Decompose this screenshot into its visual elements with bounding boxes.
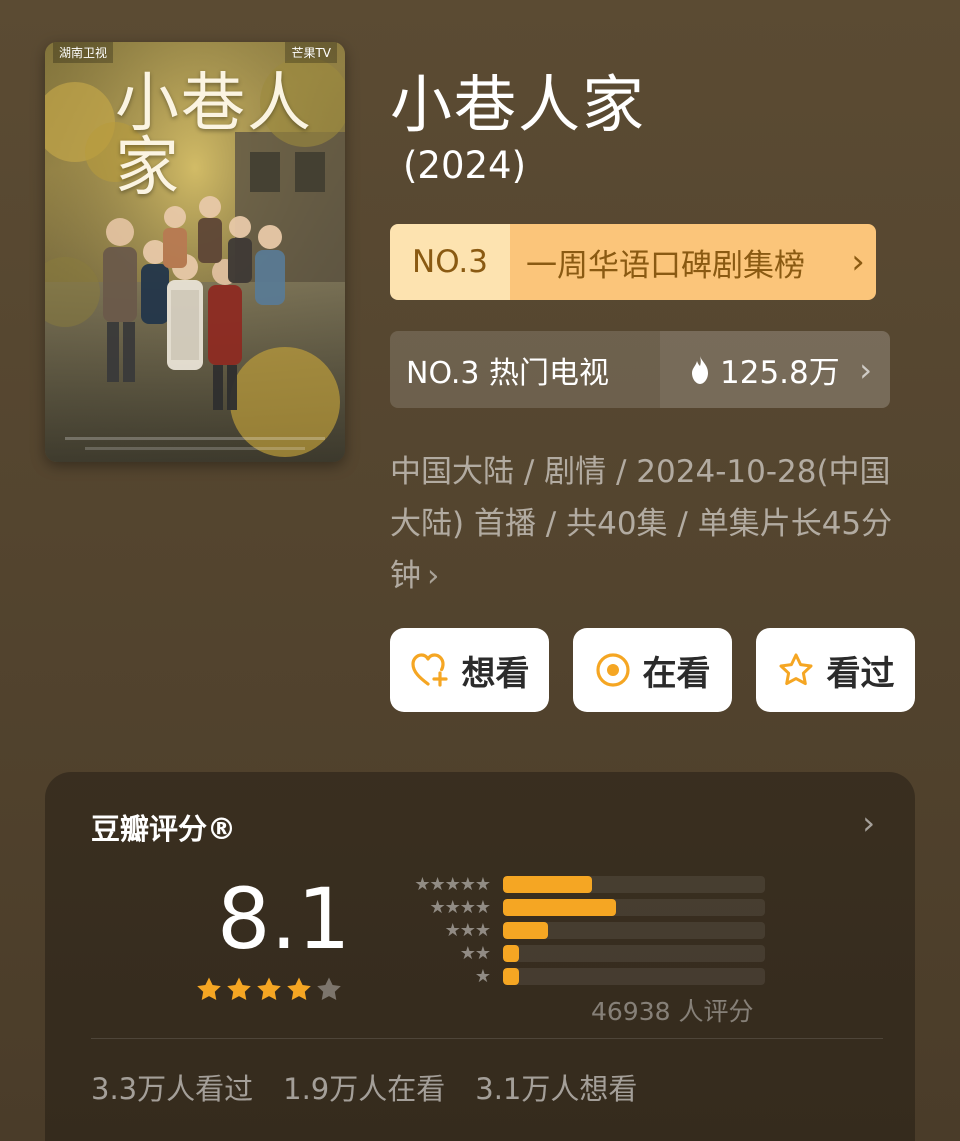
- star-filled-icon: [287, 977, 311, 1000]
- hot-tv-chip[interactable]: NO.3 热门电视 125.8万 ›: [390, 331, 890, 408]
- watched-button[interactable]: 看过: [756, 628, 915, 712]
- show-title: 小巷人家: [390, 68, 647, 141]
- want-to-watch-label: 想看: [461, 653, 530, 694]
- distribution-row: ★★: [383, 942, 768, 965]
- distribution-stars: ★★: [459, 943, 491, 964]
- divider: [91, 1038, 883, 1039]
- star-empty-icon: [317, 977, 341, 1000]
- distribution-stars: ★★★★: [429, 897, 491, 918]
- stat-watching: 1.9万人在看: [283, 1072, 446, 1106]
- distribution-stars: ★★★: [444, 920, 491, 941]
- distribution-row: ★★★★: [383, 896, 768, 919]
- rating-count: 46938 人评分: [591, 997, 754, 1026]
- distribution-bar-fill: [503, 922, 548, 939]
- show-year: (2024): [403, 144, 527, 187]
- watched-label: 看过: [826, 653, 895, 694]
- distribution-stars: ★: [474, 966, 491, 987]
- distribution-stars: ★★★★★: [414, 874, 491, 895]
- poster-title: 小巷人家: [115, 67, 313, 205]
- rank-number: NO.3: [390, 224, 510, 300]
- chevron-right-icon: ›: [859, 350, 872, 389]
- action-buttons: 想看 在看 看过: [390, 628, 915, 712]
- chevron-right-icon[interactable]: ›: [862, 804, 875, 842]
- distribution-row: ★★★: [383, 919, 768, 942]
- watching-label: 在看: [642, 653, 711, 694]
- rating-title: 豆瓣评分®: [91, 812, 237, 846]
- rating-score: 8.1: [217, 870, 351, 968]
- star-filled-icon: [257, 977, 281, 1000]
- rank-chip-weekly[interactable]: NO.3 一周华语口碑剧集榜 ›: [390, 224, 876, 300]
- watching-button[interactable]: 在看: [573, 628, 732, 712]
- show-meta[interactable]: 中国大陆 / 剧情 / 2024-10-28(中国大陆) 首播 / 共40集 /…: [390, 446, 900, 602]
- rating-stars: [195, 976, 343, 1002]
- flame-icon: [688, 355, 712, 385]
- poster-platform-logo: 芒果TV: [285, 42, 337, 63]
- target-circle-icon: [595, 652, 631, 688]
- hot-tv-value-area: 125.8万 ›: [660, 331, 890, 408]
- distribution-bar: [503, 922, 765, 939]
- poster-channel-logo: 湖南卫视: [53, 42, 114, 63]
- show-meta-text: 中国大陆 / 剧情 / 2024-10-28(中国大陆) 首播 / 共40集 /…: [390, 454, 893, 594]
- distribution-row: ★★★★★: [383, 873, 768, 896]
- distribution-bar-fill: [503, 876, 593, 893]
- poster-image[interactable]: 小巷人家 湖南卫视 芒果TV: [45, 42, 345, 462]
- distribution-bar: [503, 899, 765, 916]
- distribution-bar-fill: [503, 968, 519, 985]
- rating-distribution: ★★★★★ ★★★★ ★★★ ★★ ★: [383, 873, 768, 988]
- star-filled-icon: [197, 977, 221, 1000]
- distribution-bar: [503, 876, 765, 893]
- distribution-bar-fill: [503, 945, 519, 962]
- rating-card[interactable]: 豆瓣评分® › 8.1 ★★★★★ ★★★★ ★★★ ★★ ★ 46938 人评分 3.…: [45, 772, 915, 1141]
- rank-label: 一周华语口碑剧集榜: [510, 224, 840, 300]
- watch-stats: 3.3万人看过 1.9万人在看 3.1万人想看: [91, 1066, 637, 1108]
- hot-tv-value: 125.8万: [720, 355, 840, 391]
- want-to-watch-button[interactable]: 想看: [390, 628, 549, 712]
- hot-tv-label: NO.3 热门电视: [390, 331, 660, 408]
- distribution-bar: [503, 945, 765, 962]
- distribution-bar-fill: [503, 899, 616, 916]
- distribution-bar: [503, 968, 765, 985]
- chevron-right-icon: ›: [427, 558, 440, 594]
- star-outline-icon: [777, 652, 815, 688]
- stat-watched: 3.3万人看过: [91, 1072, 254, 1106]
- chevron-right-icon: ›: [840, 224, 876, 300]
- stat-want: 3.1万人想看: [475, 1072, 638, 1106]
- star-filled-icon: [227, 977, 251, 1000]
- heart-plus-icon: [410, 652, 450, 688]
- distribution-row: ★: [383, 965, 768, 988]
